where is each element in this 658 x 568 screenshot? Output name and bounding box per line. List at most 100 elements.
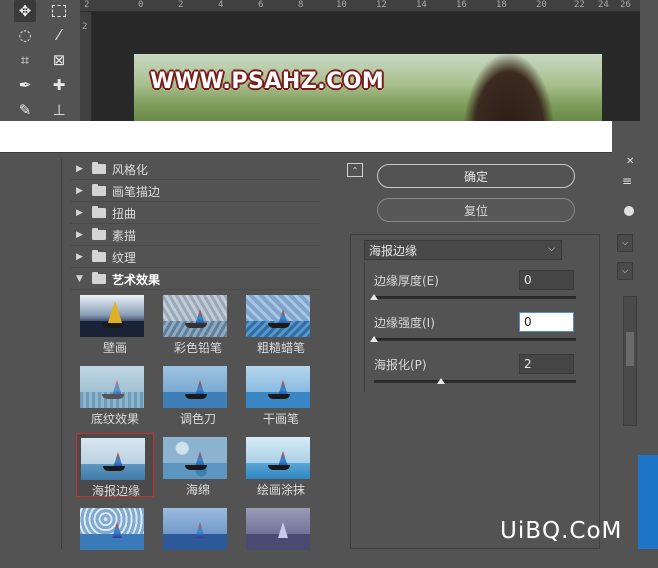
thumbnail-image <box>80 508 144 550</box>
filter-thumb-palette-knife[interactable]: 调色刀 <box>159 362 237 426</box>
chevron-down-icon[interactable]: ⌵ <box>617 262 633 280</box>
category-label: 素描 <box>112 228 137 243</box>
expand-icon: ▶ <box>76 230 83 240</box>
ruler-tick: 22 <box>574 0 585 10</box>
slider-thumb[interactable] <box>370 336 378 342</box>
filter-thumb-plastic-wrap[interactable] <box>76 504 154 568</box>
filter-thumb-neon-glow[interactable] <box>242 504 320 568</box>
move-icon[interactable]: ✥ <box>14 0 36 22</box>
posterization-slider[interactable] <box>374 380 576 383</box>
category-stylize[interactable]: ▶ 风格化 <box>70 159 320 180</box>
thumbnail-image <box>163 366 227 408</box>
category-sketch[interactable]: ▶ 素描 <box>70 225 320 246</box>
lasso-icon[interactable]: ◌ <box>14 24 36 46</box>
filter-thumb-paint-daubs[interactable]: 绘画涂抹 <box>242 433 320 497</box>
thumbnail-label: 调色刀 <box>179 412 216 426</box>
ruler-tick: 12 <box>376 0 387 10</box>
category-brush-strokes[interactable]: ▶ 画笔描边 <box>70 181 320 202</box>
brush-icon[interactable]: ✎ <box>14 99 36 121</box>
category-label: 风格化 <box>112 162 149 177</box>
marquee-icon[interactable] <box>48 0 70 22</box>
filter-thumb-fresco[interactable]: 壁画 <box>76 291 154 355</box>
filter-thumb-colored-pencil[interactable]: 彩色铅笔 <box>159 291 237 355</box>
folder-icon <box>92 206 106 218</box>
frame-icon[interactable]: ⊠ <box>48 49 70 71</box>
category-artistic[interactable]: ▼ 艺术效果 <box>70 269 320 290</box>
filter-category-list: ▶ 风格化 ▶ 画笔描边 ▶ 扭曲 ▶ 素描 ▶ 纹理 ▼ 艺术效果 壁画 彩色… <box>70 159 336 550</box>
filter-thumb-watercolor[interactable] <box>159 504 237 568</box>
filter-thumb-dry-brush[interactable]: 干画笔 <box>242 362 320 426</box>
thumbnail-label: 绘画涂抹 <box>256 483 305 497</box>
ruler-tick: 0 <box>138 0 144 10</box>
thumbnail-label: 底纹效果 <box>90 412 139 426</box>
panel-menu-icon[interactable]: ≡ <box>622 174 632 188</box>
filter-params: 边缘厚度(E) 0 边缘强度(I) 0 海报化(P) 2 <box>364 262 582 392</box>
thumbnail-image <box>163 295 227 337</box>
magic-wand-icon[interactable]: ⁄ <box>48 24 70 46</box>
category-label: 画笔描边 <box>112 184 161 199</box>
close-icon[interactable]: ✕ <box>626 156 634 167</box>
param-label-posterization: 海报化(P) <box>374 358 427 372</box>
edge-thickness-input[interactable]: 0 <box>519 270 574 290</box>
thumbnail-label: 粗糙蜡笔 <box>256 341 305 355</box>
document-photo: WWW.PSAHZ.COM <box>134 54 602 121</box>
site-watermark: UiBQ.CoM <box>500 518 623 544</box>
thumbnail-label: 海绵 <box>185 483 210 497</box>
healing-icon[interactable]: ✚ <box>48 74 70 96</box>
ruler-tick: 24 <box>598 0 609 10</box>
category-distort[interactable]: ▶ 扭曲 <box>70 203 320 224</box>
ok-button[interactable]: 确定 <box>377 164 575 188</box>
filter-thumb-poster-edges[interactable]: 海报边缘 <box>76 433 154 498</box>
category-label: 艺术效果 <box>112 272 161 287</box>
crop-icon[interactable]: ⌗ <box>14 49 36 71</box>
edge-intensity-input[interactable]: 0 <box>519 312 574 332</box>
folder-icon <box>92 228 106 240</box>
ruler-tick: 18 <box>496 0 507 10</box>
filter-select-value: 海报边缘 <box>369 243 418 258</box>
ruler-tick: 10 <box>336 0 347 10</box>
thumbnail-image <box>163 437 227 479</box>
expand-icon: ▶ <box>76 208 83 218</box>
edge-intensity-slider[interactable] <box>374 338 576 341</box>
thumbnail-label: 壁画 <box>102 341 127 355</box>
chevron-down-icon: ⌵ <box>548 244 555 254</box>
chevron-down-icon[interactable]: ⌵ <box>617 234 633 252</box>
filter-thumb-underpainting[interactable]: 底纹效果 <box>76 362 154 426</box>
stamp-icon[interactable]: ⊥ <box>48 99 70 121</box>
slider-thumb[interactable] <box>436 378 445 384</box>
thumbnail-image <box>246 437 310 479</box>
preview-pane <box>0 159 62 549</box>
dialog-title-bar <box>0 121 612 152</box>
scrollbar-thumb[interactable] <box>626 332 634 366</box>
ruler-tick: 16 <box>456 0 467 10</box>
thumbnail-label: 彩色铅笔 <box>173 341 222 355</box>
filter-thumb-rough-pastels[interactable]: 粗糙蜡笔 <box>242 291 320 355</box>
category-label: 扭曲 <box>112 206 137 221</box>
expand-icon: ▶ <box>76 252 83 262</box>
reset-button[interactable]: 复位 <box>377 198 575 222</box>
filter-type-select[interactable]: 海报边缘 ⌵ <box>364 240 562 260</box>
thumbnail-image <box>246 295 310 337</box>
ruler-tick: 20 <box>536 0 547 10</box>
edge-thickness-slider[interactable] <box>374 296 576 299</box>
category-texture[interactable]: ▶ 纹理 <box>70 247 320 268</box>
ruler-tick: 4 <box>218 0 224 10</box>
posterization-input[interactable]: 2 <box>519 354 574 374</box>
ruler-tick: 2 <box>84 0 90 10</box>
folder-icon <box>92 184 106 196</box>
expand-icon: ▶ <box>76 164 83 174</box>
thumbnail-image <box>80 366 144 408</box>
ps-scrollbar[interactable] <box>623 296 637 426</box>
folder-icon <box>92 162 106 174</box>
thumbnail-image <box>80 295 144 337</box>
filter-thumb-sponge[interactable]: 海绵 <box>159 433 237 497</box>
ruler-tick: 26 <box>620 0 631 10</box>
eyedropper-icon[interactable]: ✒ <box>14 74 36 96</box>
collapse-gallery-button[interactable]: ⌃ <box>347 163 363 177</box>
ruler-vertical: 2 <box>80 12 92 121</box>
ruler-tick: 8 <box>298 0 304 10</box>
ruler-tick: 14 <box>416 0 427 10</box>
thumbnail-image <box>246 366 310 408</box>
slider-thumb[interactable] <box>370 294 378 300</box>
param-label-edge-thickness: 边缘厚度(E) <box>374 274 439 288</box>
